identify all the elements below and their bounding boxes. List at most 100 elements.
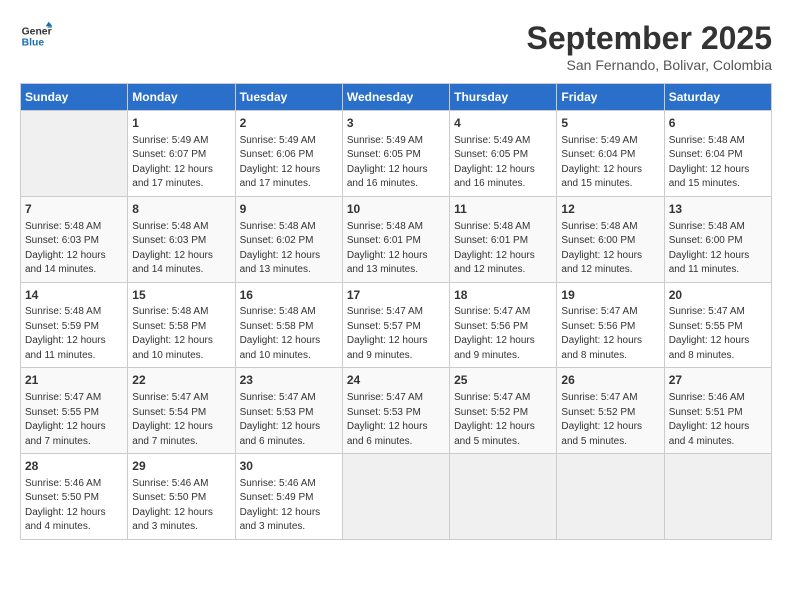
day-info: Sunrise: 5:47 AM Sunset: 5:56 PM Dayligh… [561, 305, 659, 363]
day-info: Sunrise: 5:47 AM Sunset: 5:53 PM Dayligh… [240, 391, 338, 449]
calendar-cell: 7 Sunrise: 5:48 AM Sunset: 6:03 PM Dayli… [21, 196, 128, 282]
calendar-cell: 28 Sunrise: 5:46 AM Sunset: 5:50 PM Dayl… [21, 454, 128, 540]
calendar-cell: 27 Sunrise: 5:46 AM Sunset: 5:51 PM Dayl… [664, 368, 771, 454]
day-number: 6 [669, 115, 767, 132]
logo-icon: General Blue [20, 20, 52, 52]
day-number: 3 [347, 115, 445, 132]
weekday-header-monday: Monday [128, 84, 235, 111]
calendar-cell: 22 Sunrise: 5:47 AM Sunset: 5:54 PM Dayl… [128, 368, 235, 454]
calendar-cell: 30 Sunrise: 5:46 AM Sunset: 5:49 PM Dayl… [235, 454, 342, 540]
day-number: 12 [561, 201, 659, 218]
day-number: 14 [25, 287, 123, 304]
day-info: Sunrise: 5:47 AM Sunset: 5:52 PM Dayligh… [561, 391, 659, 449]
weekday-header-tuesday: Tuesday [235, 84, 342, 111]
calendar-cell: 17 Sunrise: 5:47 AM Sunset: 5:57 PM Dayl… [342, 282, 449, 368]
day-number: 9 [240, 201, 338, 218]
day-number: 13 [669, 201, 767, 218]
day-info: Sunrise: 5:48 AM Sunset: 6:00 PM Dayligh… [561, 220, 659, 278]
calendar-week-1: 1 Sunrise: 5:49 AM Sunset: 6:07 PM Dayli… [21, 111, 772, 197]
calendar-cell: 29 Sunrise: 5:46 AM Sunset: 5:50 PM Dayl… [128, 454, 235, 540]
day-number: 26 [561, 372, 659, 389]
day-number: 21 [25, 372, 123, 389]
calendar-week-4: 21 Sunrise: 5:47 AM Sunset: 5:55 PM Dayl… [21, 368, 772, 454]
calendar-cell: 24 Sunrise: 5:47 AM Sunset: 5:53 PM Dayl… [342, 368, 449, 454]
calendar-cell: 25 Sunrise: 5:47 AM Sunset: 5:52 PM Dayl… [450, 368, 557, 454]
day-info: Sunrise: 5:47 AM Sunset: 5:53 PM Dayligh… [347, 391, 445, 449]
calendar-week-2: 7 Sunrise: 5:48 AM Sunset: 6:03 PM Dayli… [21, 196, 772, 282]
day-info: Sunrise: 5:46 AM Sunset: 5:50 PM Dayligh… [25, 477, 123, 535]
calendar-cell: 15 Sunrise: 5:48 AM Sunset: 5:58 PM Dayl… [128, 282, 235, 368]
calendar-cell: 20 Sunrise: 5:47 AM Sunset: 5:55 PM Dayl… [664, 282, 771, 368]
calendar-cell: 11 Sunrise: 5:48 AM Sunset: 6:01 PM Dayl… [450, 196, 557, 282]
day-number: 17 [347, 287, 445, 304]
day-info: Sunrise: 5:46 AM Sunset: 5:50 PM Dayligh… [132, 477, 230, 535]
day-number: 23 [240, 372, 338, 389]
calendar-week-3: 14 Sunrise: 5:48 AM Sunset: 5:59 PM Dayl… [21, 282, 772, 368]
calendar-cell: 4 Sunrise: 5:49 AM Sunset: 6:05 PM Dayli… [450, 111, 557, 197]
svg-text:Blue: Blue [22, 38, 45, 49]
day-info: Sunrise: 5:48 AM Sunset: 5:58 PM Dayligh… [132, 305, 230, 363]
day-info: Sunrise: 5:47 AM Sunset: 5:55 PM Dayligh… [25, 391, 123, 449]
weekday-header-wednesday: Wednesday [342, 84, 449, 111]
calendar-cell [557, 454, 664, 540]
day-info: Sunrise: 5:48 AM Sunset: 6:00 PM Dayligh… [669, 220, 767, 278]
day-number: 19 [561, 287, 659, 304]
calendar-cell: 12 Sunrise: 5:48 AM Sunset: 6:00 PM Dayl… [557, 196, 664, 282]
location-subtitle: San Fernando, Bolivar, Colombia [527, 57, 772, 73]
day-info: Sunrise: 5:49 AM Sunset: 6:04 PM Dayligh… [561, 134, 659, 192]
calendar-cell: 2 Sunrise: 5:49 AM Sunset: 6:06 PM Dayli… [235, 111, 342, 197]
day-number: 11 [454, 201, 552, 218]
calendar-cell: 13 Sunrise: 5:48 AM Sunset: 6:00 PM Dayl… [664, 196, 771, 282]
day-info: Sunrise: 5:47 AM Sunset: 5:57 PM Dayligh… [347, 305, 445, 363]
day-number: 22 [132, 372, 230, 389]
day-info: Sunrise: 5:47 AM Sunset: 5:55 PM Dayligh… [669, 305, 767, 363]
day-number: 15 [132, 287, 230, 304]
day-info: Sunrise: 5:49 AM Sunset: 6:05 PM Dayligh… [347, 134, 445, 192]
day-number: 20 [669, 287, 767, 304]
calendar-cell [21, 111, 128, 197]
day-number: 27 [669, 372, 767, 389]
day-number: 10 [347, 201, 445, 218]
day-number: 28 [25, 458, 123, 475]
page-header: General Blue September 2025 San Fernando… [20, 20, 772, 73]
weekday-header-row: SundayMondayTuesdayWednesdayThursdayFrid… [21, 84, 772, 111]
calendar-cell: 21 Sunrise: 5:47 AM Sunset: 5:55 PM Dayl… [21, 368, 128, 454]
calendar-cell: 19 Sunrise: 5:47 AM Sunset: 5:56 PM Dayl… [557, 282, 664, 368]
calendar-cell: 1 Sunrise: 5:49 AM Sunset: 6:07 PM Dayli… [128, 111, 235, 197]
day-number: 8 [132, 201, 230, 218]
day-number: 2 [240, 115, 338, 132]
calendar-cell: 23 Sunrise: 5:47 AM Sunset: 5:53 PM Dayl… [235, 368, 342, 454]
day-number: 4 [454, 115, 552, 132]
calendar-cell: 3 Sunrise: 5:49 AM Sunset: 6:05 PM Dayli… [342, 111, 449, 197]
day-info: Sunrise: 5:47 AM Sunset: 5:56 PM Dayligh… [454, 305, 552, 363]
day-info: Sunrise: 5:46 AM Sunset: 5:51 PM Dayligh… [669, 391, 767, 449]
day-info: Sunrise: 5:48 AM Sunset: 5:58 PM Dayligh… [240, 305, 338, 363]
day-number: 1 [132, 115, 230, 132]
day-info: Sunrise: 5:47 AM Sunset: 5:54 PM Dayligh… [132, 391, 230, 449]
day-number: 30 [240, 458, 338, 475]
calendar-cell: 9 Sunrise: 5:48 AM Sunset: 6:02 PM Dayli… [235, 196, 342, 282]
day-info: Sunrise: 5:48 AM Sunset: 6:03 PM Dayligh… [132, 220, 230, 278]
day-number: 5 [561, 115, 659, 132]
weekday-header-thursday: Thursday [450, 84, 557, 111]
day-number: 24 [347, 372, 445, 389]
calendar-cell: 8 Sunrise: 5:48 AM Sunset: 6:03 PM Dayli… [128, 196, 235, 282]
calendar-cell: 16 Sunrise: 5:48 AM Sunset: 5:58 PM Dayl… [235, 282, 342, 368]
day-number: 7 [25, 201, 123, 218]
logo: General Blue [20, 20, 52, 52]
calendar-cell: 26 Sunrise: 5:47 AM Sunset: 5:52 PM Dayl… [557, 368, 664, 454]
calendar-week-5: 28 Sunrise: 5:46 AM Sunset: 5:50 PM Dayl… [21, 454, 772, 540]
day-info: Sunrise: 5:48 AM Sunset: 6:04 PM Dayligh… [669, 134, 767, 192]
calendar-cell: 5 Sunrise: 5:49 AM Sunset: 6:04 PM Dayli… [557, 111, 664, 197]
calendar-cell: 6 Sunrise: 5:48 AM Sunset: 6:04 PM Dayli… [664, 111, 771, 197]
day-info: Sunrise: 5:48 AM Sunset: 6:02 PM Dayligh… [240, 220, 338, 278]
day-number: 25 [454, 372, 552, 389]
day-info: Sunrise: 5:49 AM Sunset: 6:05 PM Dayligh… [454, 134, 552, 192]
svg-text:General: General [22, 26, 52, 37]
weekday-header-saturday: Saturday [664, 84, 771, 111]
day-info: Sunrise: 5:48 AM Sunset: 5:59 PM Dayligh… [25, 305, 123, 363]
day-number: 18 [454, 287, 552, 304]
calendar-cell: 14 Sunrise: 5:48 AM Sunset: 5:59 PM Dayl… [21, 282, 128, 368]
day-info: Sunrise: 5:48 AM Sunset: 6:03 PM Dayligh… [25, 220, 123, 278]
day-info: Sunrise: 5:48 AM Sunset: 6:01 PM Dayligh… [347, 220, 445, 278]
